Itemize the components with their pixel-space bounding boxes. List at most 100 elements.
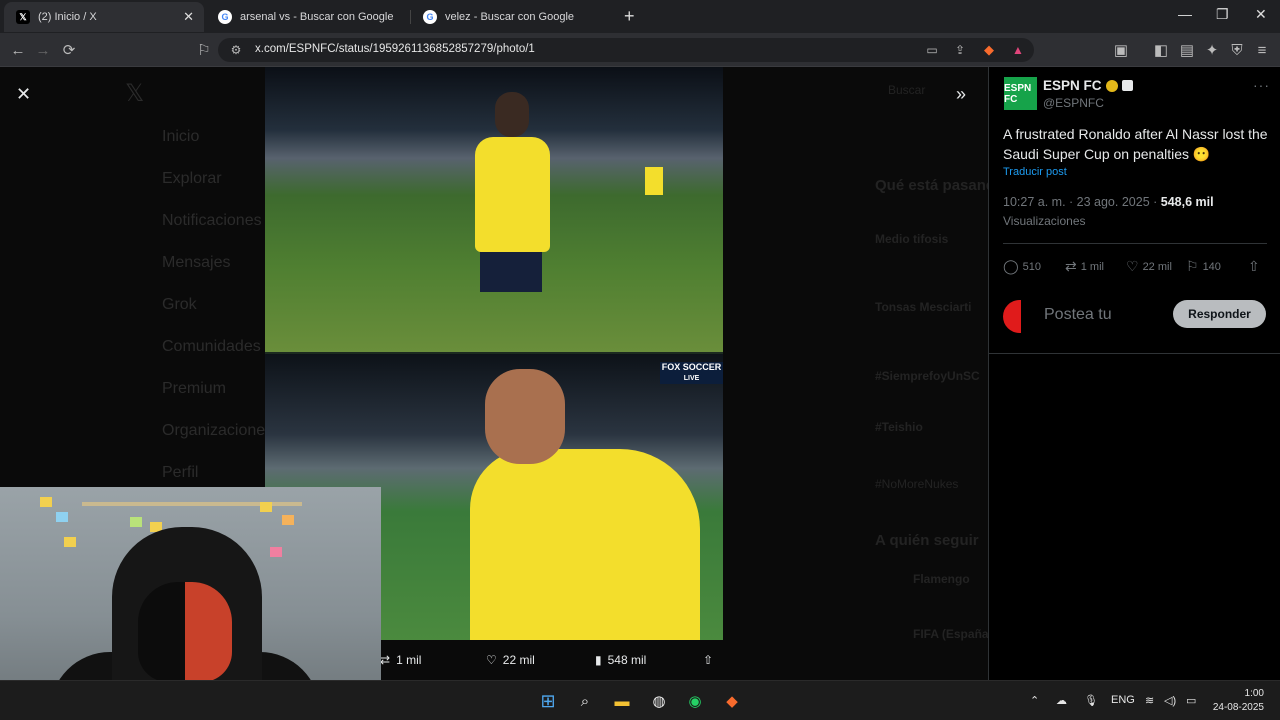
sidebar-icon[interactable]: ◧ [1152,41,1170,59]
bg-trending-title: Qué está pasando [875,177,1005,194]
avatar[interactable]: ESPN FC [1004,77,1037,110]
bookmark-button[interactable]: ⚐ 140 [1186,258,1221,275]
post-detail-panel: ESPN FC ESPN FC @ESPNFC ··· A frustrated… [988,67,1280,680]
bg-trend: Medio tifosis [875,232,949,246]
bg-nav-item: Inicio [162,128,200,145]
back-arrow-icon[interactable]: ← [9,41,27,59]
photo-share-button[interactable]: ⇧ [703,653,713,667]
bg-nav-item: Premium [162,380,227,397]
photo-views-button[interactable]: ▮ 548 mil [595,653,646,667]
repost-icon: ⇄ [380,653,391,667]
new-tab-button[interactable]: + [624,7,635,25]
google-logo-icon: G [218,10,232,24]
tab-velez-search[interactable]: G velez - Buscar con Google [411,2,615,32]
minimize-button[interactable]: — [1178,6,1192,22]
tab-x-home[interactable]: 𝕏 (2) Inicio / X ✕ [4,2,204,32]
url-text: x.com/ESPNFC/status/1959261136852857279/… [255,43,535,55]
search-icon[interactable]: ⌕ [574,690,596,712]
leo-ai-icon[interactable]: ✦ [1203,41,1221,59]
photo-like-button[interactable]: ♡ 22 mil [486,653,535,667]
forward-arrow-icon[interactable]: → [34,41,52,59]
clock[interactable]: 1:00 24-08-2025 [1208,687,1264,715]
bg-search: Buscar [888,83,926,97]
bg-nav-item: Explorar [162,170,222,187]
divider [989,353,1280,354]
webcam-overlay [0,487,381,702]
photo-repost-button[interactable]: ⇄ 1 mil [380,653,421,667]
reply-icon: ◯ [1003,258,1019,274]
translate-link[interactable]: Traducir post [1003,166,1067,178]
cast-icon[interactable]: ▭ [923,41,941,59]
views-label: Visualizaciones [1003,214,1086,228]
bg-nav-item: Grok [162,296,197,313]
like-button[interactable]: ♡ 22 mil [1126,258,1172,275]
wifi-icon[interactable]: ≋ [1145,694,1154,707]
tab-title: (2) Inicio / X [38,11,97,23]
bookmark-icon[interactable]: ⚐ [195,41,213,59]
x-logo-icon: 𝕏 [16,10,30,24]
volume-icon[interactable]: ◁) [1164,694,1176,707]
microphone-icon[interactable]: 🎙 [1084,694,1098,707]
bg-nav-item: Comunidades [162,338,261,355]
heart-icon: ♡ [1126,258,1139,274]
battery-icon[interactable]: ▭ [1186,694,1196,707]
x-logo-icon: 𝕏 [125,80,145,107]
brave-shields-icon[interactable]: ◆ [980,41,998,59]
reload-icon[interactable]: ⟳ [60,41,78,59]
bg-trend: #SiemprefoyUnSC [875,369,980,383]
share-icon: ⇧ [1248,258,1260,274]
app-icon[interactable]: ◍ [648,690,670,712]
bookmark-icon: ⚐ [1186,258,1199,274]
address-bar[interactable]: ⚙ x.com/ESPNFC/status/195926113685285727… [218,38,1034,62]
tab-title: velez - Buscar con Google [445,11,575,23]
collapse-panel-icon[interactable]: » [956,84,966,105]
windows-start-icon[interactable]: ⊞ [537,690,559,712]
maximize-button[interactable]: ❐ [1216,6,1229,23]
post-meta: 10:27 a. m. · 23 ago. 2025 · 548,6 mil [1003,195,1214,209]
bg-follow-item: FIFA (España) [913,627,993,641]
bg-nav-item: Notificaciones [162,212,262,229]
close-window-button[interactable]: ✕ [1255,6,1267,23]
post-actions: ◯ 510 ⇄ 1 mil ♡ 22 mil ⚐ 140 ⇧ [1003,256,1267,276]
bg-who-to-follow: A quién seguir [875,532,979,549]
bg-follow-item: Flamengo [913,572,970,586]
site-settings-icon[interactable]: ⚙ [227,41,245,59]
author-name[interactable]: ESPN FC [1043,78,1133,93]
brave-rewards-icon[interactable]: ▲ [1009,41,1027,59]
repost-button[interactable]: ⇄ 1 mil [1065,258,1104,275]
bg-nav-item: Mensajes [162,254,231,271]
reply-input[interactable]: Postea tu [1044,306,1112,324]
bg-trend: #Teishio [875,420,923,434]
whatsapp-icon[interactable]: ◉ [684,690,706,712]
reader-mode-icon[interactable]: ▣ [1112,41,1130,59]
close-tab-icon[interactable]: ✕ [183,9,194,25]
author-handle[interactable]: @ESPNFC [1043,96,1104,110]
taskbar: ⊞ ⌕ ▬ ◍ ◉ ◆ ⌃ ☁ 🎙 ENG ≋ ◁) ▭ 1:00 24-08-… [0,680,1280,720]
photo-stats-bar: ⇄ 1 mil ♡ 22 mil ▮ 548 mil ⇧ [380,648,725,674]
share-button[interactable]: ⇧ [1248,258,1260,275]
tab-arsenal-search[interactable]: G arsenal vs - Buscar con Google [206,2,411,32]
reply-submit-button[interactable]: Responder [1173,300,1266,328]
wallet-icon[interactable]: ▤ [1178,41,1196,59]
more-options-icon[interactable]: ··· [1253,77,1270,93]
vpn-icon[interactable]: ⛨ [1228,41,1246,59]
brave-browser-icon[interactable]: ◆ [721,690,743,712]
bg-trend: #NoMoreNukes [875,477,959,491]
close-viewer-icon[interactable]: ✕ [16,84,31,105]
reply-button[interactable]: ◯ 510 [1003,258,1041,275]
views-icon: ▮ [595,653,602,667]
post-text: A frustrated Ronaldo after Al Nassr lost… [1003,126,1268,162]
chevron-up-icon[interactable]: ⌃ [1030,694,1039,707]
file-explorer-icon[interactable]: ▬ [611,690,633,712]
language-indicator[interactable]: ENG [1111,694,1135,706]
tab-title: arsenal vs - Buscar con Google [240,11,394,23]
google-logo-icon: G [423,10,437,24]
share-icon[interactable]: ⇪ [951,41,969,59]
browser-toolbar: ← → ⟳ ⚐ ⚙ x.com/ESPNFC/status/1959261136… [0,33,1280,67]
user-avatar [1003,300,1021,333]
menu-icon[interactable]: ≡ [1253,41,1271,59]
onedrive-icon[interactable]: ☁ [1056,694,1067,707]
repost-icon: ⇄ [1065,258,1077,274]
heart-icon: ♡ [486,653,497,667]
affiliate-badge-icon [1121,80,1133,91]
